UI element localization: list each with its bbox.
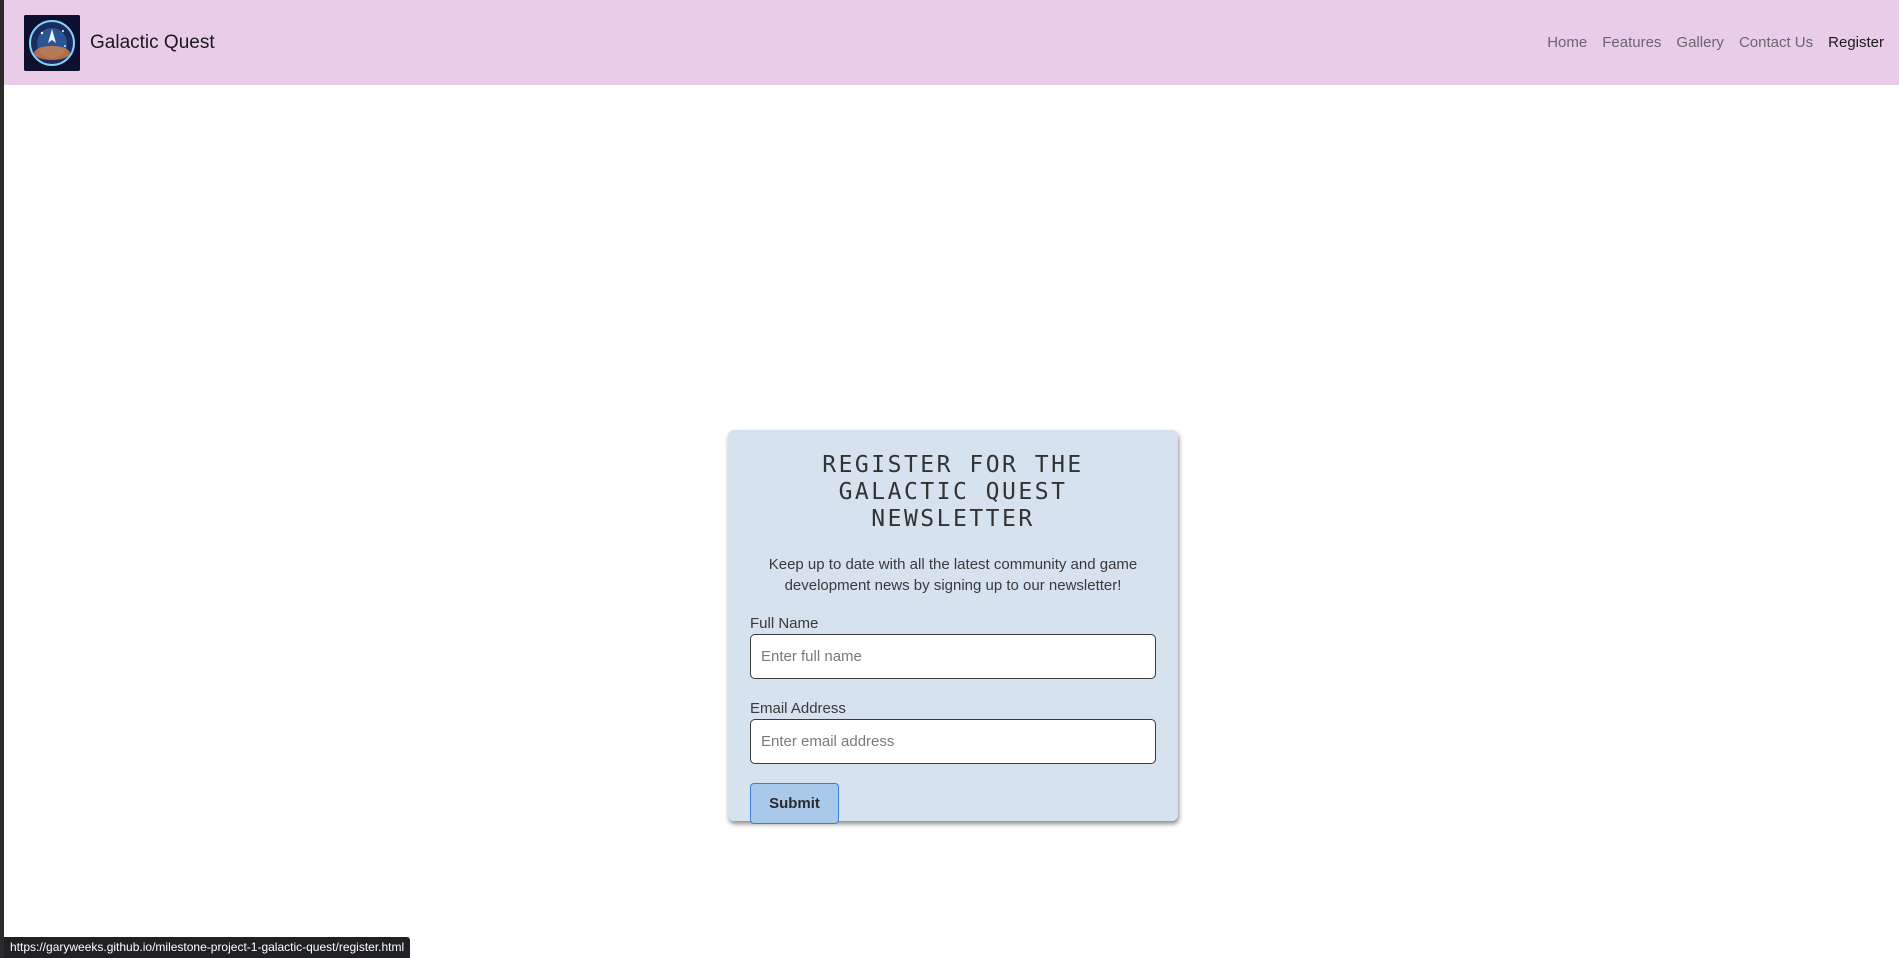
- status-bar-url: https://garyweeks.github.io/milestone-pr…: [4, 937, 411, 958]
- window-left-edge: [0, 0, 4, 958]
- nav-links: Home Features Gallery Contact Us Registe…: [1532, 34, 1884, 51]
- email-label: Email Address: [750, 700, 846, 717]
- full-name-input[interactable]: [750, 634, 1156, 679]
- submit-button[interactable]: Submit: [750, 783, 839, 824]
- full-name-label: Full Name: [750, 615, 819, 632]
- register-description: Keep up to date with all the latest comm…: [768, 556, 1138, 594]
- email-input[interactable]: [750, 719, 1156, 764]
- brand-name[interactable]: Galactic Quest: [90, 32, 215, 54]
- nav-features[interactable]: Features: [1602, 34, 1661, 51]
- galactic-quest-logo-icon[interactable]: [24, 14, 80, 71]
- navbar: Galactic Quest Home Features Gallery Con…: [4, 0, 1899, 85]
- nav-home[interactable]: Home: [1547, 34, 1587, 51]
- brand[interactable]: Galactic Quest: [24, 14, 215, 71]
- nav-contact-us[interactable]: Contact Us: [1739, 34, 1813, 51]
- register-title: REGISTER FOR THE GALACTIC QUEST NEWSLETT…: [822, 452, 1084, 532]
- nav-register[interactable]: Register: [1828, 34, 1884, 51]
- nav-gallery[interactable]: Gallery: [1676, 34, 1724, 51]
- register-card: REGISTER FOR THE GALACTIC QUEST NEWSLETT…: [728, 430, 1178, 824]
